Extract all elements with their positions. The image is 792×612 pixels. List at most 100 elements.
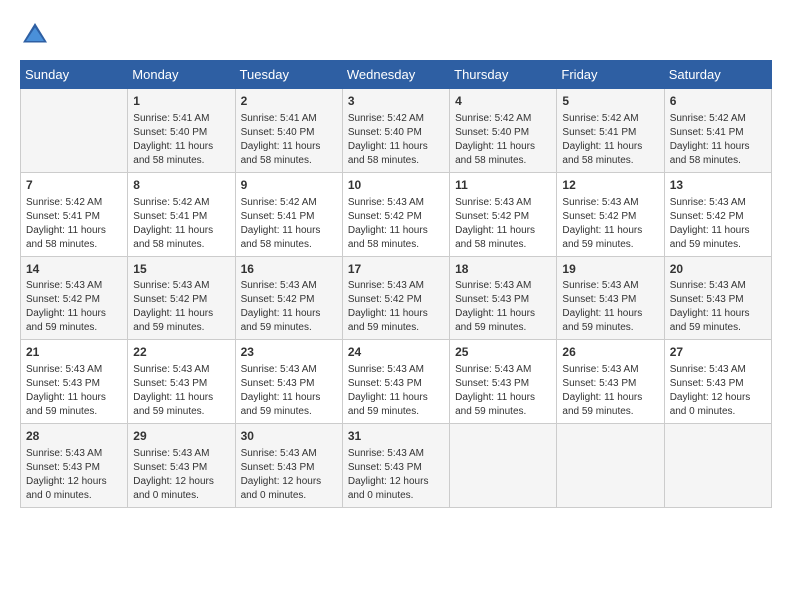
day-number: 26	[562, 344, 658, 361]
day-info: Sunrise: 5:43 AMSunset: 5:43 PMDaylight:…	[133, 363, 229, 419]
calendar-day-cell	[557, 424, 664, 508]
day-number: 25	[455, 344, 551, 361]
day-info: Sunrise: 5:43 AMSunset: 5:42 PMDaylight:…	[26, 279, 122, 335]
calendar-day-cell: 9 Sunrise: 5:42 AMSunset: 5:41 PMDaylight…	[235, 172, 342, 256]
day-number: 7	[26, 177, 122, 194]
day-info: Sunrise: 5:43 AMSunset: 5:43 PMDaylight:…	[455, 363, 551, 419]
day-info: Sunrise: 5:43 AMSunset: 5:43 PMDaylight:…	[26, 447, 122, 503]
calendar-week-row: 14Sunrise: 5:43 AMSunset: 5:42 PMDayligh…	[21, 256, 772, 340]
day-number: 20	[670, 261, 766, 278]
calendar-day-cell: 5 Sunrise: 5:42 AMSunset: 5:41 PMDaylight…	[557, 89, 664, 173]
day-number: 22	[133, 344, 229, 361]
day-number: 2	[241, 93, 337, 110]
calendar-table: SundayMondayTuesdayWednesdayThursdayFrid…	[20, 60, 772, 508]
calendar-week-row: 21 Sunrise: 5:43 AMSunset: 5:43 PMDayligh…	[21, 340, 772, 424]
day-number: 1	[133, 93, 229, 110]
day-number: 23	[241, 344, 337, 361]
day-info: Sunrise: 5:43 AMSunset: 5:43 PMDaylight:…	[562, 279, 658, 335]
day-info: Sunrise: 5:43 AMSunset: 5:42 PMDaylight:…	[670, 196, 766, 252]
logo-icon	[20, 20, 50, 50]
calendar-day-cell: 7 Sunrise: 5:42 AMSunset: 5:41 PMDaylight…	[21, 172, 128, 256]
calendar-day-cell: 13 Sunrise: 5:43 AMSunset: 5:42 PMDayligh…	[664, 172, 771, 256]
calendar-day-cell: 23 Sunrise: 5:43 AMSunset: 5:43 PMDayligh…	[235, 340, 342, 424]
day-number: 21	[26, 344, 122, 361]
calendar-day-cell: 24 Sunrise: 5:43 AMSunset: 5:43 PMDayligh…	[342, 340, 449, 424]
day-info: Sunrise: 5:43 AMSunset: 5:42 PMDaylight:…	[348, 196, 444, 252]
day-header-saturday: Saturday	[664, 61, 771, 89]
logo	[20, 20, 54, 50]
day-header-sunday: Sunday	[21, 61, 128, 89]
day-header-monday: Monday	[128, 61, 235, 89]
calendar-day-cell: 19Sunrise: 5:43 AMSunset: 5:43 PMDayligh…	[557, 256, 664, 340]
page-header	[20, 20, 772, 50]
day-info: Sunrise: 5:42 AMSunset: 5:40 PMDaylight:…	[348, 112, 444, 168]
calendar-day-cell: 18Sunrise: 5:43 AMSunset: 5:43 PMDayligh…	[450, 256, 557, 340]
day-info: Sunrise: 5:43 AMSunset: 5:43 PMDaylight:…	[670, 363, 766, 419]
day-number: 8	[133, 177, 229, 194]
day-info: Sunrise: 5:43 AMSunset: 5:43 PMDaylight:…	[348, 363, 444, 419]
day-number: 14	[26, 261, 122, 278]
calendar-day-cell: 28 Sunrise: 5:43 AMSunset: 5:43 PMDayligh…	[21, 424, 128, 508]
calendar-day-cell	[664, 424, 771, 508]
calendar-day-cell: 22 Sunrise: 5:43 AMSunset: 5:43 PMDayligh…	[128, 340, 235, 424]
day-number: 30	[241, 428, 337, 445]
calendar-week-row: 28 Sunrise: 5:43 AMSunset: 5:43 PMDayligh…	[21, 424, 772, 508]
day-info: Sunrise: 5:43 AMSunset: 5:42 PMDaylight:…	[241, 279, 337, 335]
day-number: 29	[133, 428, 229, 445]
calendar-day-cell: 10 Sunrise: 5:43 AMSunset: 5:42 PMDayligh…	[342, 172, 449, 256]
calendar-day-cell: 6 Sunrise: 5:42 AMSunset: 5:41 PMDaylight…	[664, 89, 771, 173]
day-number: 19	[562, 261, 658, 278]
calendar-week-row: 7 Sunrise: 5:42 AMSunset: 5:41 PMDaylight…	[21, 172, 772, 256]
calendar-day-cell: 15Sunrise: 5:43 AMSunset: 5:42 PMDayligh…	[128, 256, 235, 340]
day-number: 4	[455, 93, 551, 110]
calendar-day-cell: 29 Sunrise: 5:43 AMSunset: 5:43 PMDayligh…	[128, 424, 235, 508]
calendar-header-row: SundayMondayTuesdayWednesdayThursdayFrid…	[21, 61, 772, 89]
day-info: Sunrise: 5:43 AMSunset: 5:43 PMDaylight:…	[348, 447, 444, 503]
day-number: 15	[133, 261, 229, 278]
day-info: Sunrise: 5:43 AMSunset: 5:43 PMDaylight:…	[455, 279, 551, 335]
day-number: 6	[670, 93, 766, 110]
day-number: 28	[26, 428, 122, 445]
day-info: Sunrise: 5:42 AMSunset: 5:40 PMDaylight:…	[455, 112, 551, 168]
calendar-day-cell: 30 Sunrise: 5:43 AMSunset: 5:43 PMDayligh…	[235, 424, 342, 508]
calendar-day-cell: 11Sunrise: 5:43 AMSunset: 5:42 PMDayligh…	[450, 172, 557, 256]
calendar-day-cell: 16Sunrise: 5:43 AMSunset: 5:42 PMDayligh…	[235, 256, 342, 340]
day-number: 27	[670, 344, 766, 361]
day-number: 31	[348, 428, 444, 445]
day-info: Sunrise: 5:43 AMSunset: 5:43 PMDaylight:…	[26, 363, 122, 419]
day-info: Sunrise: 5:43 AMSunset: 5:43 PMDaylight:…	[670, 279, 766, 335]
day-info: Sunrise: 5:43 AMSunset: 5:43 PMDaylight:…	[241, 363, 337, 419]
day-info: Sunrise: 5:41 AMSunset: 5:40 PMDaylight:…	[241, 112, 337, 168]
day-info: Sunrise: 5:43 AMSunset: 5:42 PMDaylight:…	[133, 279, 229, 335]
day-number: 13	[670, 177, 766, 194]
day-info: Sunrise: 5:42 AMSunset: 5:41 PMDaylight:…	[26, 196, 122, 252]
calendar-day-cell: 17Sunrise: 5:43 AMSunset: 5:42 PMDayligh…	[342, 256, 449, 340]
day-header-friday: Friday	[557, 61, 664, 89]
day-info: Sunrise: 5:43 AMSunset: 5:43 PMDaylight:…	[133, 447, 229, 503]
day-info: Sunrise: 5:42 AMSunset: 5:41 PMDaylight:…	[562, 112, 658, 168]
calendar-day-cell: 26 Sunrise: 5:43 AMSunset: 5:43 PMDayligh…	[557, 340, 664, 424]
calendar-day-cell: 3Sunrise: 5:42 AMSunset: 5:40 PMDaylight…	[342, 89, 449, 173]
calendar-day-cell: 1 Sunrise: 5:41 AMSunset: 5:40 PMDaylight…	[128, 89, 235, 173]
day-number: 16	[241, 261, 337, 278]
day-info: Sunrise: 5:42 AMSunset: 5:41 PMDaylight:…	[133, 196, 229, 252]
day-info: Sunrise: 5:43 AMSunset: 5:43 PMDaylight:…	[241, 447, 337, 503]
calendar-day-cell	[450, 424, 557, 508]
day-number: 24	[348, 344, 444, 361]
calendar-day-cell: 4 Sunrise: 5:42 AMSunset: 5:40 PMDaylight…	[450, 89, 557, 173]
day-info: Sunrise: 5:42 AMSunset: 5:41 PMDaylight:…	[241, 196, 337, 252]
day-info: Sunrise: 5:41 AMSunset: 5:40 PMDaylight:…	[133, 112, 229, 168]
day-number: 18	[455, 261, 551, 278]
calendar-day-cell: 27 Sunrise: 5:43 AMSunset: 5:43 PMDayligh…	[664, 340, 771, 424]
day-info: Sunrise: 5:42 AMSunset: 5:41 PMDaylight:…	[670, 112, 766, 168]
day-info: Sunrise: 5:43 AMSunset: 5:43 PMDaylight:…	[562, 363, 658, 419]
day-number: 10	[348, 177, 444, 194]
calendar-day-cell: 31 Sunrise: 5:43 AMSunset: 5:43 PMDayligh…	[342, 424, 449, 508]
calendar-day-cell: 14Sunrise: 5:43 AMSunset: 5:42 PMDayligh…	[21, 256, 128, 340]
day-info: Sunrise: 5:43 AMSunset: 5:42 PMDaylight:…	[348, 279, 444, 335]
calendar-day-cell: 21 Sunrise: 5:43 AMSunset: 5:43 PMDayligh…	[21, 340, 128, 424]
day-number: 12	[562, 177, 658, 194]
calendar-day-cell: 25 Sunrise: 5:43 AMSunset: 5:43 PMDayligh…	[450, 340, 557, 424]
day-number: 9	[241, 177, 337, 194]
day-number: 5	[562, 93, 658, 110]
